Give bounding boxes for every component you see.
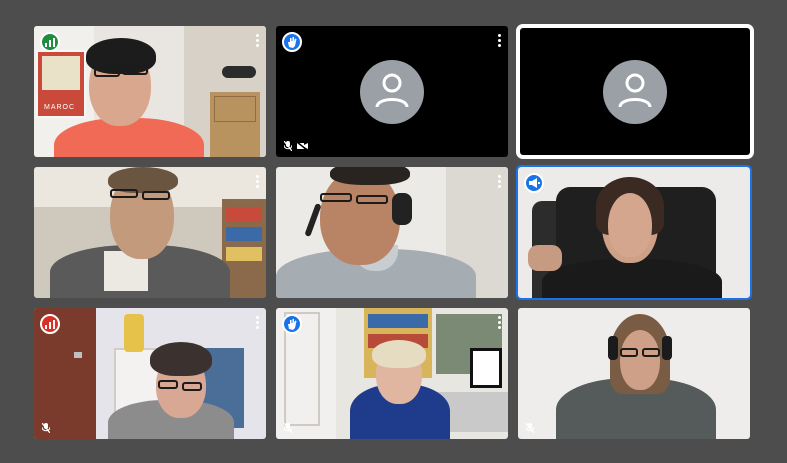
audio-level-indicator: [40, 314, 60, 334]
headset: [608, 336, 618, 360]
video-feed: [276, 308, 508, 439]
more-options-button[interactable]: [498, 175, 502, 189]
video-grid: MAROC: [0, 0, 787, 463]
megaphone-icon: [528, 178, 540, 188]
mic-off-icon: [284, 141, 292, 151]
person-avatar-icon: [603, 59, 667, 124]
participant-tile-9[interactable]: [518, 308, 750, 439]
status-icons: [284, 423, 292, 433]
audio-level-icon: [45, 319, 55, 329]
participant-tile-8[interactable]: [276, 308, 508, 439]
video-feed: MAROC: [34, 26, 266, 157]
video-feed: [34, 167, 266, 298]
hand-raised-indicator: [282, 314, 302, 334]
more-options-button[interactable]: [256, 316, 260, 330]
mic-off-icon: [526, 423, 534, 433]
more-options-button[interactable]: [256, 34, 260, 48]
participant-tile-2[interactable]: [276, 26, 508, 157]
camera-off-icon: [297, 142, 308, 150]
video-feed: [276, 167, 508, 298]
presenting-indicator: [524, 173, 544, 193]
audio-level-indicator: [40, 32, 60, 52]
status-icons: [42, 423, 50, 433]
more-options-button[interactable]: [498, 316, 502, 330]
status-icons: [284, 141, 308, 151]
hand-raised-indicator: [282, 32, 302, 52]
video-feed: [518, 308, 750, 439]
mic-off-icon: [284, 423, 292, 433]
hand-raised-icon: [288, 36, 297, 48]
hand-raised-icon: [288, 318, 297, 330]
video-feed: [34, 308, 266, 439]
more-options-button[interactable]: [256, 175, 260, 189]
participant-tile-6[interactable]: [516, 165, 752, 300]
participant-tile-5[interactable]: [276, 167, 508, 298]
person-avatar-icon: [360, 59, 424, 124]
audio-level-icon: [45, 37, 55, 47]
headset: [392, 193, 412, 225]
video-feed: [518, 167, 750, 298]
photo-frame: [470, 348, 502, 388]
participant-tile-3[interactable]: [516, 24, 754, 159]
participant-tile-4[interactable]: [34, 167, 266, 298]
status-icons: [526, 423, 534, 433]
participant-tile-7[interactable]: [34, 308, 266, 439]
participant-tile-1[interactable]: MAROC: [34, 26, 266, 157]
more-options-button[interactable]: [498, 34, 502, 48]
poster-text: MAROC: [44, 104, 76, 111]
mic-off-icon: [42, 423, 50, 433]
